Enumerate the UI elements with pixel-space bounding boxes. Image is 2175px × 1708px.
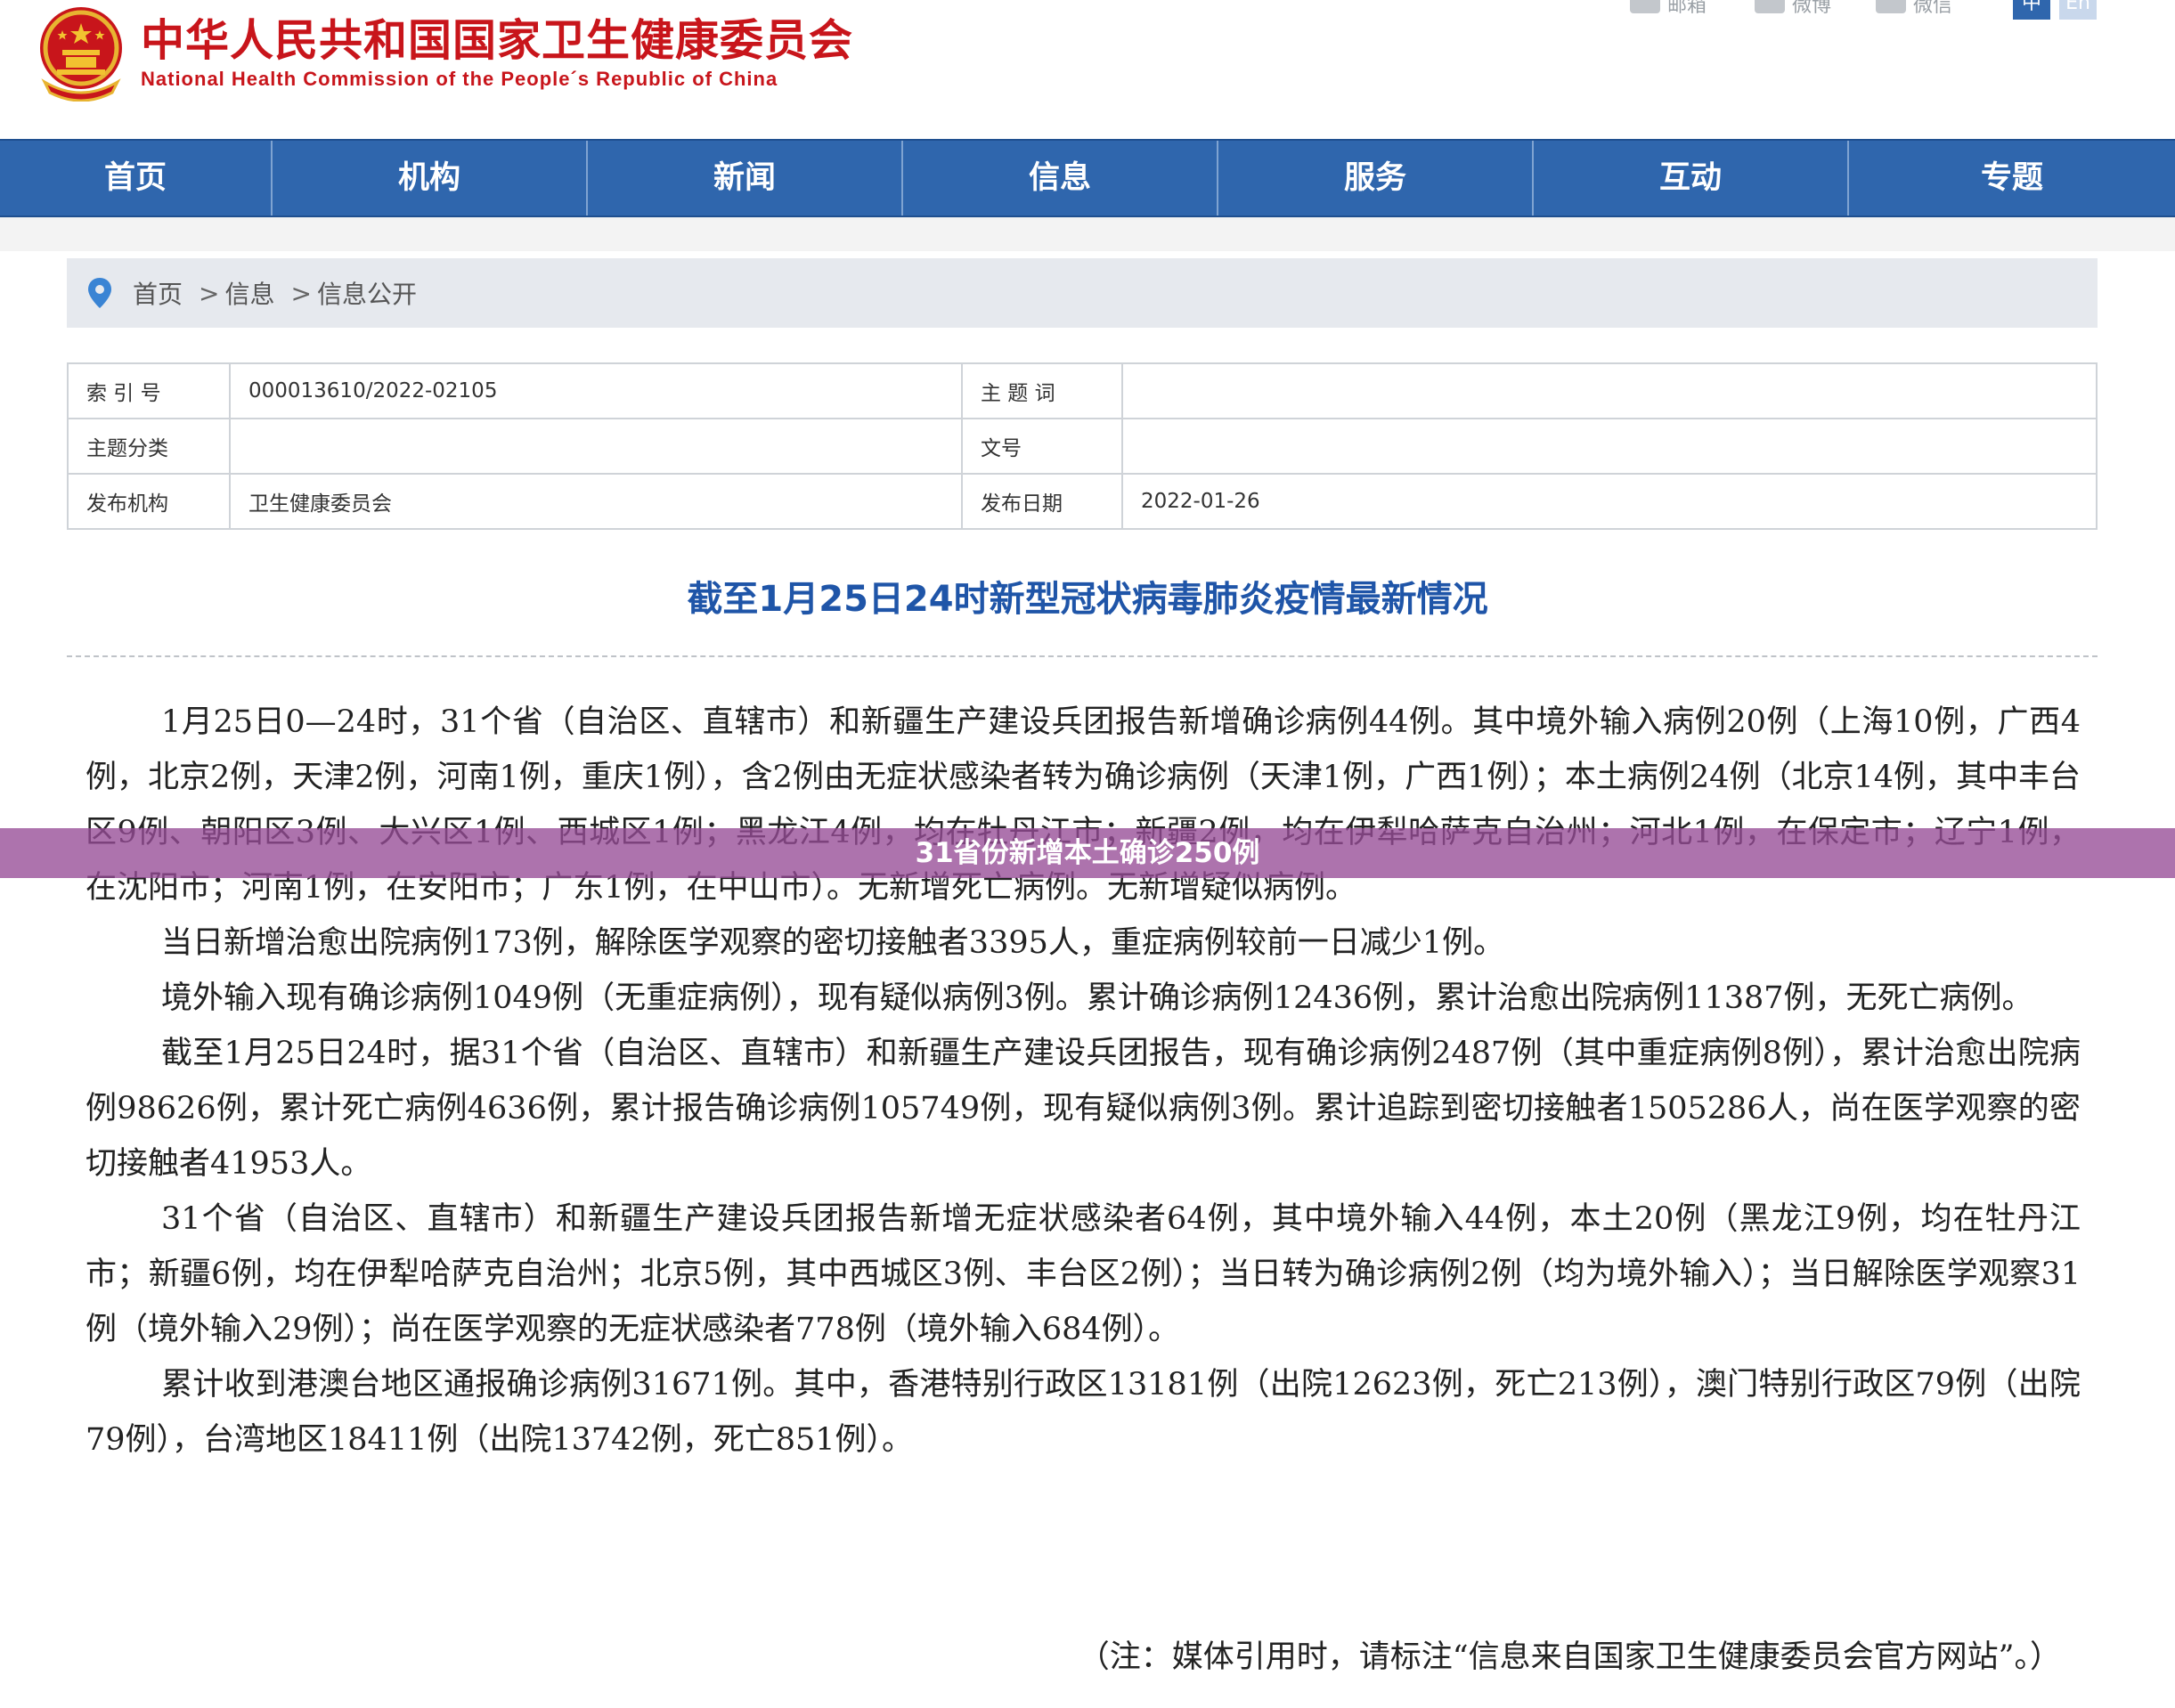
table-row: 发布机构 卫生健康委员会 发布日期 2022-01-26: [67, 473, 2098, 530]
doc-no-value: [1121, 418, 2098, 475]
paragraph: 累计收到港澳台地区通报确诊病例31671例。其中，香港特别行政区13181例（出…: [86, 1367, 2081, 1458]
nav-item-interaction[interactable]: 互动: [1534, 141, 1849, 216]
category-value: [229, 418, 963, 475]
lang-zh-button[interactable]: 中: [2013, 0, 2050, 20]
breadcrumb-disclosure[interactable]: 信息公开: [317, 275, 417, 311]
breadcrumb-home[interactable]: 首页: [133, 275, 183, 311]
nav-item-home[interactable]: 首页: [0, 141, 273, 216]
category-label: 主题分类: [67, 418, 231, 475]
keyword-value: [1121, 362, 2098, 419]
breadcrumb-separator: >: [199, 278, 220, 308]
nav-item-info[interactable]: 信息: [903, 141, 1218, 216]
doc-no-label: 文号: [961, 418, 1123, 475]
paragraph: 境外输入现有确诊病例1049例（无重症病例），现有疑似病例3例。累计确诊病例12…: [161, 980, 2033, 1016]
national-emblem-icon: [40, 7, 122, 102]
table-row: 主题分类 文号: [67, 418, 2098, 475]
citation-note: （注：媒体引用时，请标注“信息来自国家卫生健康委员会官方网站”。）: [1078, 1639, 2061, 1675]
share-weibo[interactable]: 微博: [1755, 0, 1831, 18]
breadcrumb-info[interactable]: 信息: [224, 275, 274, 311]
index-value: 000013610/2022-02105: [229, 362, 963, 419]
wechat-icon: [1876, 0, 1906, 13]
date-value: 2022-01-26: [1121, 473, 2098, 530]
title-divider: [67, 655, 2098, 657]
nav-item-news[interactable]: 新闻: [588, 141, 903, 216]
paragraph: 当日新增治愈出院病例173例，解除医学观察的密切接触者3395人，重症病例较前一…: [161, 925, 1505, 961]
share-wechat-label: 微信: [1913, 0, 1953, 17]
breadcrumb: 首页 > 信息 > 信息公开: [67, 258, 2098, 328]
paragraph: 截至1月25日24时，据31个省（自治区、直辖市）和新疆生产建设兵团报告，现有确…: [86, 1036, 2081, 1182]
overlay-banner: 31省份新增本土确诊250例: [0, 828, 2175, 878]
site-title: 中华人民共和国国家卫生健康委员会: [141, 14, 854, 66]
location-pin-icon: [88, 278, 111, 308]
index-label: 索 引 号: [67, 362, 231, 419]
metadata-table: 索 引 号 000013610/2022-02105 主 题 词 主题分类 文号…: [67, 362, 2098, 530]
site-subtitle: National Health Commission of the People…: [141, 68, 778, 90]
share-mail[interactable]: 邮箱: [1630, 0, 1707, 18]
weibo-icon: [1755, 0, 1785, 13]
article-title: 截至1月25日24时新型冠状病毒肺炎疫情最新情况: [687, 579, 1488, 620]
share-wechat[interactable]: 微信: [1876, 0, 1952, 18]
publisher-value: 卫生健康委员会: [229, 473, 963, 530]
article-body: 1月25日0—24时，31个省（自治区、直辖市）和新疆生产建设兵团报告新增确诊病…: [86, 695, 2081, 1468]
mail-icon: [1630, 0, 1660, 13]
publisher-label: 发布机构: [67, 473, 231, 530]
main-nav: 首页 机构 新闻 信息 服务 互动 专题: [0, 139, 2175, 217]
table-row: 索 引 号 000013610/2022-02105 主 题 词: [67, 362, 2098, 419]
breadcrumb-separator: >: [290, 278, 312, 308]
nav-item-topics[interactable]: 专题: [1849, 141, 2175, 216]
share-weibo-label: 微博: [1792, 0, 1832, 17]
nav-item-org[interactable]: 机构: [273, 141, 588, 216]
site-header: 中华人民共和国国家卫生健康委员会 National Health Commiss…: [0, 0, 2175, 139]
nav-item-services[interactable]: 服务: [1218, 141, 1534, 216]
share-mail-label: 邮箱: [1667, 0, 1707, 17]
keyword-label: 主 题 词: [961, 362, 1123, 419]
paragraph: 1月25日0—24时，31个省（自治区、直辖市）和新疆生产建设兵团报告新增确诊病…: [86, 704, 2081, 906]
date-label: 发布日期: [961, 473, 1123, 530]
lang-en-button[interactable]: En: [2059, 0, 2097, 20]
page-background: [0, 217, 2175, 251]
paragraph: 31个省（自治区、直辖市）和新疆生产建设兵团报告新增无症状感染者64例，其中境外…: [86, 1201, 2081, 1347]
